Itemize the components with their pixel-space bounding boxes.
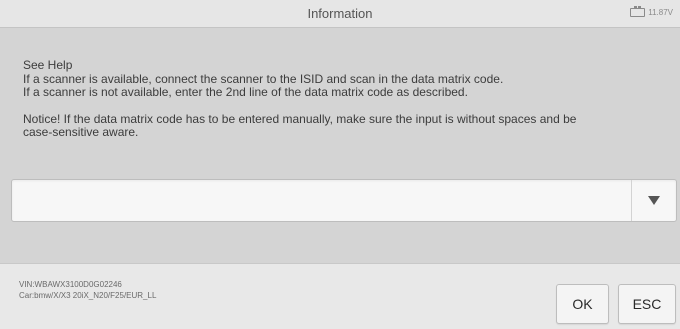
battery-icon [630, 6, 646, 17]
help-text: See Help If a scanner is available, conn… [23, 58, 663, 140]
help-heading: See Help [23, 58, 73, 72]
window-title: Information [307, 6, 373, 21]
ok-button[interactable]: OK [556, 284, 609, 324]
vin-text: VIN:WBAWX3100D0G02246 [19, 280, 122, 289]
battery-status: 11.87V [630, 6, 673, 17]
car-text: Car:bmw/X/X3 20iX_N20/F25/EUR_LL [19, 291, 157, 300]
footer: VIN:WBAWX3100D0G02246 Car:bmw/X/X3 20iX_… [0, 263, 680, 329]
help-line-scanner-available: If a scanner is available, connect the s… [23, 71, 504, 86]
data-matrix-input[interactable] [12, 180, 632, 221]
data-matrix-combobox[interactable] [11, 179, 677, 222]
notice-line-2: case-sensitive aware. [23, 125, 139, 140]
main-content: See Help If a scanner is available, conn… [0, 28, 680, 263]
esc-button[interactable]: ESC [618, 284, 676, 324]
title-bar: Information 11.87V [0, 0, 680, 28]
help-spacer [23, 100, 663, 113]
triangle-down-icon [648, 196, 660, 205]
help-line-scanner-unavailable: If a scanner is not available, enter the… [23, 85, 468, 100]
notice-line-1: Notice! If the data matrix code has to b… [23, 111, 577, 126]
vehicle-info: VIN:WBAWX3100D0G02246 Car:bmw/X/X3 20iX_… [19, 279, 156, 301]
dropdown-button[interactable] [631, 180, 676, 221]
battery-voltage: 11.87V [648, 8, 673, 17]
